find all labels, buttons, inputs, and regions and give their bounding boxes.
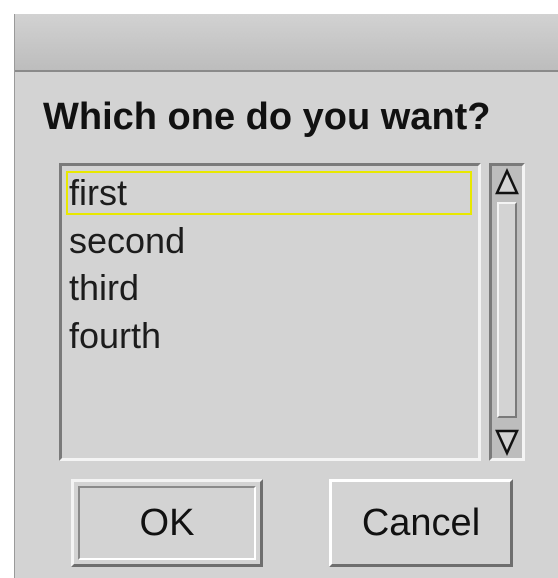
list-item-first[interactable]: first	[66, 171, 472, 215]
ok-button[interactable]: OK	[71, 479, 263, 567]
list-item-second[interactable]: second	[66, 220, 472, 264]
dialog-prompt: Which one do you want?	[43, 96, 491, 138]
scrollbar-thumb[interactable]	[497, 202, 517, 418]
options-listbox[interactable]: first second third fourth	[59, 163, 481, 461]
cancel-button-label: Cancel	[361, 501, 481, 544]
scroll-up-arrow-icon[interactable]	[495, 168, 519, 198]
list-item-third[interactable]: third	[66, 267, 472, 311]
ok-button-label: OK	[78, 486, 256, 560]
screen: Which one do you want? first second thir…	[0, 0, 558, 578]
list-item-fourth[interactable]: fourth	[66, 315, 472, 359]
selection-dialog: Which one do you want? first second thir…	[14, 14, 558, 578]
dialog-title-bar[interactable]	[15, 14, 558, 72]
cancel-button[interactable]: Cancel	[329, 479, 513, 567]
scroll-down-arrow-icon[interactable]	[495, 426, 519, 456]
listbox-scrollbar[interactable]	[489, 163, 525, 461]
